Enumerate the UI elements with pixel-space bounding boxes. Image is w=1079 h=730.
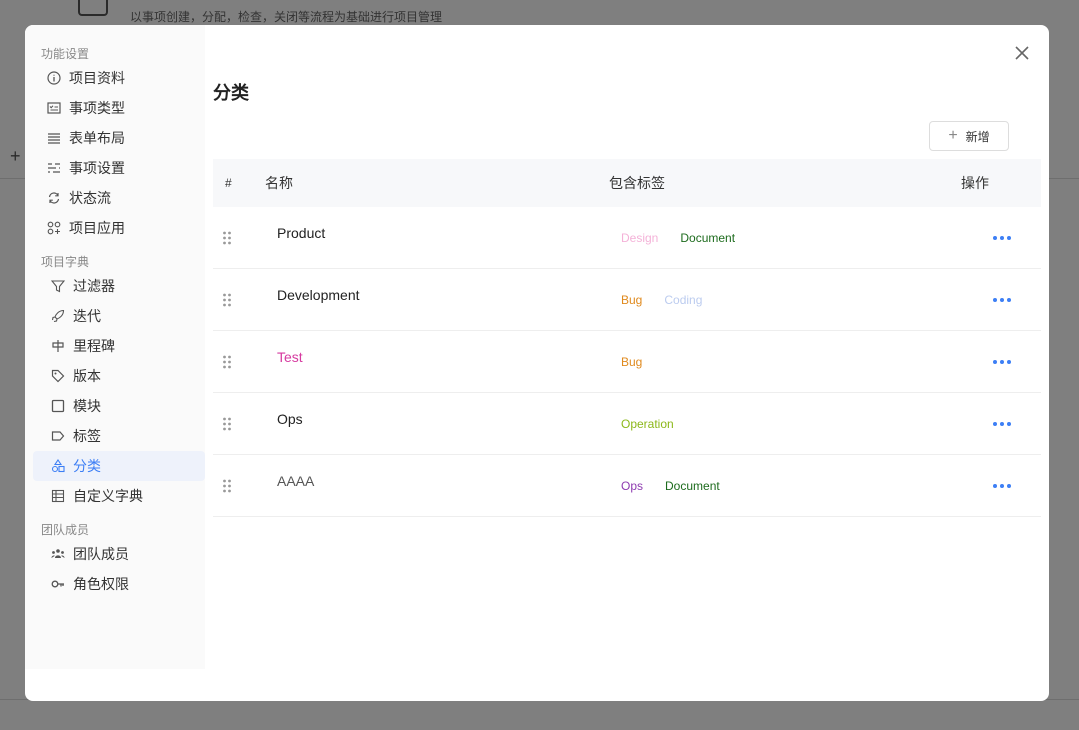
table-row: Ops Operation	[213, 393, 1041, 455]
refresh-icon	[47, 191, 61, 205]
more-options-icon[interactable]	[993, 229, 1011, 247]
tag: Bug	[621, 355, 643, 369]
sidebar: 功能设置项目资料事项类型表单布局事项设置状态流项目应用项目字典过滤器迭代里程碑版…	[25, 25, 205, 669]
category-table: # 名称 包含标签 操作 Product Design Document Develo…	[213, 159, 1041, 517]
more-options-icon[interactable]	[993, 477, 1011, 495]
sidebar-item-info[interactable]: 项目资料	[25, 63, 205, 93]
add-button[interactable]: + 新增	[929, 121, 1009, 151]
tag: Coding	[664, 293, 703, 307]
sidebar-item-label: 版本	[73, 368, 101, 384]
sidebar-item-label: 事项设置	[69, 160, 125, 176]
shapes-icon	[51, 459, 65, 473]
table-row: Development Bug Coding	[213, 269, 1041, 331]
sidebar-item-shapes[interactable]: 分类	[33, 451, 205, 481]
sidebar-item-label: 里程碑	[73, 338, 115, 354]
sidebar-item-label: 状态流	[69, 190, 111, 206]
sidebar-item-label[interactable]: 标签	[25, 421, 205, 451]
sidebar-item-rocket[interactable]: 迭代	[25, 301, 205, 331]
tag-list: Bug	[621, 355, 664, 369]
sidebar-item-square[interactable]: 模块	[25, 391, 205, 421]
sidebar-item-label: 事项类型	[69, 100, 125, 116]
rocket-icon	[51, 309, 65, 323]
sidebar-item-label: 表单布局	[69, 130, 125, 146]
sidebar-item-team[interactable]: 团队成员	[25, 539, 205, 569]
table-body: Product Design Document Development Bug Codin…	[213, 207, 1041, 517]
sidebar-item-label: 模块	[73, 398, 101, 414]
tag: Operation	[621, 417, 674, 431]
sidebar-item-label: 团队成员	[73, 546, 129, 562]
more-options-icon[interactable]	[993, 353, 1011, 371]
info-icon	[47, 71, 61, 85]
tag-list: Design Document	[621, 231, 757, 245]
category-name: Product	[277, 225, 326, 241]
tag: Bug	[621, 293, 643, 307]
close-icon[interactable]	[1013, 44, 1031, 62]
sidebar-group-title: 项目字典	[41, 255, 90, 269]
key-icon	[51, 577, 65, 591]
filter-icon	[51, 279, 65, 293]
column-ops: 操作	[961, 175, 989, 191]
sidebar-item-refresh[interactable]: 状态流	[25, 183, 205, 213]
table-header: # 名称 包含标签 操作	[213, 159, 1041, 207]
sidebar-group-title: 功能设置	[41, 47, 90, 61]
sidebar-item-table[interactable]: 自定义字典	[25, 481, 205, 511]
sidebar-item-filter[interactable]: 过滤器	[25, 271, 205, 301]
square-icon	[51, 399, 65, 413]
category-name: AAAA	[277, 473, 315, 489]
sidebar-item-label: 过滤器	[73, 278, 115, 294]
tag-icon	[51, 369, 65, 383]
tag: Design	[621, 231, 659, 245]
drag-handle-icon[interactable]	[222, 417, 232, 431]
category-name: Test	[277, 349, 303, 365]
milestone-icon	[51, 339, 65, 353]
column-name: 名称	[265, 175, 293, 191]
table-row: Product Design Document	[213, 207, 1041, 269]
add-button-label: 新增	[965, 129, 990, 144]
category-name: Ops	[277, 411, 303, 427]
checklist-icon	[47, 101, 61, 115]
sidebar-item-label: 项目资料	[69, 70, 125, 86]
sidebar-item-sliders[interactable]: 事项设置	[25, 153, 205, 183]
tag: Document	[665, 479, 720, 493]
drag-handle-icon[interactable]	[222, 479, 232, 493]
sidebar-item-label: 自定义字典	[73, 488, 143, 504]
sidebar-item-tag[interactable]: 版本	[25, 361, 205, 391]
table-row: AAAA Ops Document	[213, 455, 1041, 517]
sidebar-item-key[interactable]: 角色权限	[25, 569, 205, 599]
team-icon	[51, 547, 65, 561]
sidebar-item-checklist[interactable]: 事项类型	[25, 93, 205, 123]
tag: Ops	[621, 479, 644, 493]
tag-list: Bug Coding	[621, 293, 724, 307]
tag-list: Ops Document	[621, 479, 742, 493]
column-tags: 包含标签	[609, 175, 665, 191]
table-icon	[51, 489, 65, 503]
sidebar-group-title: 团队成员	[41, 523, 90, 537]
more-options-icon[interactable]	[993, 415, 1011, 433]
tag-list: Operation	[621, 417, 696, 431]
sidebar-item-label: 标签	[73, 428, 101, 444]
drag-handle-icon[interactable]	[222, 231, 232, 245]
sidebar-item-apps[interactable]: 项目应用	[25, 213, 205, 243]
tag: Document	[680, 231, 736, 245]
sidebar-item-label: 项目应用	[69, 220, 125, 236]
drag-handle-icon[interactable]	[222, 355, 232, 369]
plus-icon: +	[948, 127, 958, 144]
table-row: Test Bug	[213, 331, 1041, 393]
sliders-icon	[47, 161, 61, 175]
sidebar-item-label: 角色权限	[73, 576, 129, 592]
settings-modal: 功能设置项目资料事项类型表单布局事项设置状态流项目应用项目字典过滤器迭代里程碑版…	[25, 25, 1049, 701]
label-icon	[51, 429, 65, 443]
page-title: 分类	[213, 83, 249, 103]
sidebar-item-label: 迭代	[73, 308, 101, 324]
sidebar-item-label: 分类	[73, 458, 101, 474]
column-hash: #	[225, 176, 232, 190]
drag-handle-icon[interactable]	[222, 293, 232, 307]
form-layout-icon	[47, 131, 61, 145]
apps-icon	[47, 221, 61, 235]
sidebar-item-form-layout[interactable]: 表单布局	[25, 123, 205, 153]
sidebar-item-milestone[interactable]: 里程碑	[25, 331, 205, 361]
more-options-icon[interactable]	[993, 291, 1011, 309]
category-name: Development	[277, 287, 360, 303]
